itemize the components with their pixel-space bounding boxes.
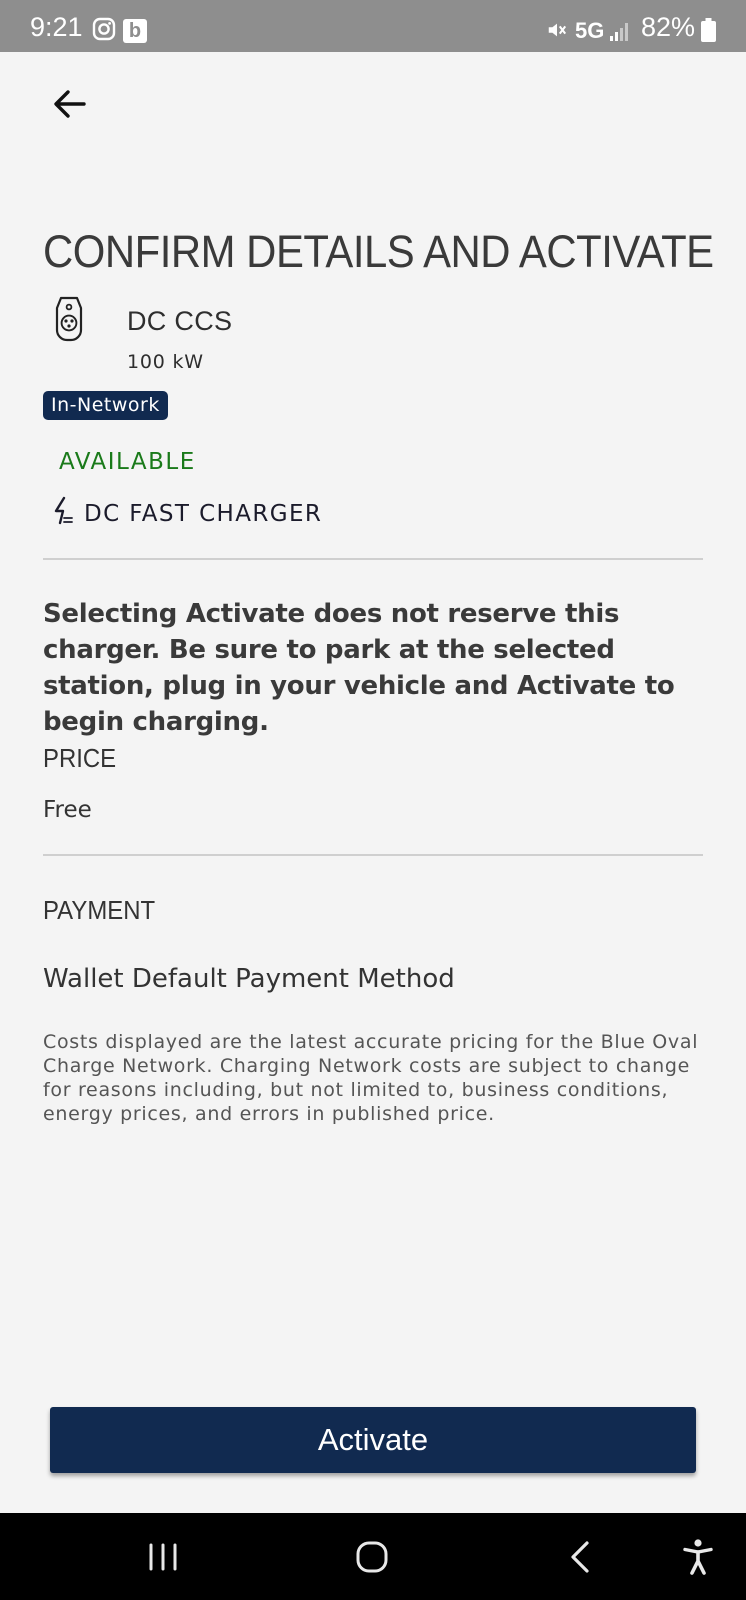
- network-badge: In-Network: [43, 391, 168, 420]
- ccs-connector-icon: [55, 296, 83, 342]
- recents-icon[interactable]: [141, 1535, 185, 1579]
- home-icon[interactable]: [350, 1535, 394, 1579]
- availability-status: AVAILABLE: [59, 449, 196, 475]
- lightning-bolt-icon: [54, 496, 73, 525]
- arrow-left-icon[interactable]: [50, 84, 90, 124]
- signal-icon: [610, 23, 628, 41]
- status-time: 9:21: [30, 12, 83, 42]
- accessibility-icon[interactable]: [676, 1535, 720, 1579]
- instagram-icon: [92, 17, 116, 41]
- charger-type: DC FAST CHARGER: [84, 501, 323, 527]
- mute-icon: [548, 23, 567, 37]
- network-type: 5G: [575, 18, 605, 43]
- payment-method[interactable]: Wallet Default Payment Method: [43, 962, 455, 996]
- connector-name: DC CCS: [127, 306, 233, 336]
- divider: [43, 854, 703, 856]
- status-bar: 9:21 b 5G 82%: [0, 0, 746, 52]
- payment-label: PAYMENT: [43, 895, 156, 925]
- page-title: CONFIRM DETAILS AND ACTIVATE: [43, 226, 714, 277]
- price-label: PRICE: [43, 743, 117, 773]
- divider: [43, 558, 703, 560]
- system-nav-bar: [0, 1513, 746, 1600]
- back-icon[interactable]: [559, 1535, 603, 1579]
- battery-percent: 82%: [641, 12, 696, 42]
- battery-icon: [701, 18, 716, 42]
- connector-power: 100 kW: [127, 351, 204, 373]
- activate-button[interactable]: Activate: [50, 1407, 696, 1473]
- b-app-icon: b: [123, 19, 147, 43]
- pricing-disclaimer: Costs displayed are the latest accurate …: [43, 1031, 699, 1125]
- price-value: Free: [43, 797, 92, 823]
- activation-notice: Selecting Activate does not reserve this…: [43, 599, 675, 737]
